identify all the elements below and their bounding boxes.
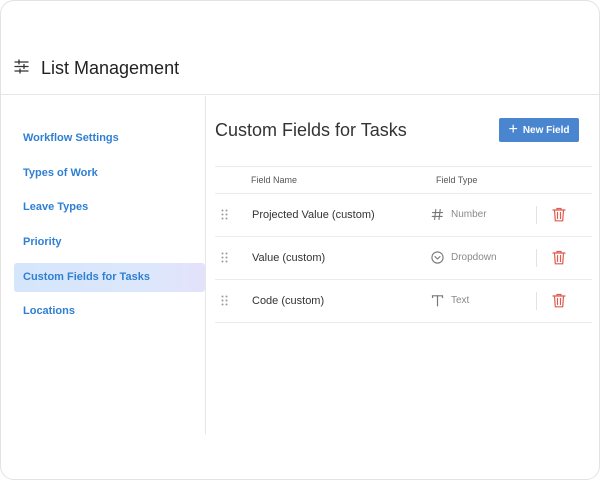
section-title: Custom Fields for Tasks <box>215 120 407 140</box>
sidebar-item-types-of-work[interactable]: Types of Work <box>14 159 205 188</box>
header: List Management <box>1 1 599 95</box>
sidebar-item-locations[interactable]: Locations <box>14 297 205 326</box>
field-name: Code (custom) <box>252 295 325 307</box>
drag-handle-icon[interactable] <box>221 252 228 263</box>
divider <box>536 249 537 267</box>
dropdown-circle-icon <box>431 251 444 264</box>
text-icon <box>431 295 444 307</box>
table-row: Projected Value (custom) Number <box>215 194 592 237</box>
field-name: Value (custom) <box>252 252 326 264</box>
sidebar-item-workflow-settings[interactable]: Workflow Settings <box>14 124 205 153</box>
column-header-field-name: Field Name <box>251 175 298 185</box>
trash-icon[interactable] <box>552 293 566 308</box>
hash-icon <box>431 208 444 221</box>
divider <box>536 206 537 224</box>
sidebar-item-custom-fields-for-tasks[interactable]: Custom Fields for Tasks <box>14 263 205 292</box>
trash-icon[interactable] <box>552 207 566 222</box>
table-row: Code (custom) Text <box>215 280 592 323</box>
sidebar: Workflow Settings Types of Work Leave Ty… <box>1 96 206 434</box>
sliders-icon <box>14 59 29 74</box>
new-field-button-label: New Field <box>522 124 570 136</box>
table-row: Value (custom) Dropdown <box>215 237 592 280</box>
field-type: Dropdown <box>451 252 497 263</box>
column-header-field-type: Field Type <box>436 175 478 185</box>
custom-fields-table: Field Name Field Type Projected Value (c… <box>215 166 592 323</box>
plus-icon: + <box>508 120 518 138</box>
divider <box>536 292 537 310</box>
drag-handle-icon[interactable] <box>221 295 228 306</box>
field-name: Projected Value (custom) <box>252 209 375 221</box>
sidebar-item-priority[interactable]: Priority <box>14 228 205 257</box>
new-field-button[interactable]: + New Field <box>499 118 579 142</box>
app-window: List Management Workflow Settings Types … <box>0 0 600 480</box>
field-type: Text <box>451 295 470 306</box>
table-header: Field Name Field Type <box>215 166 592 194</box>
page-title: List Management <box>41 58 180 78</box>
field-type: Number <box>451 209 487 220</box>
trash-icon[interactable] <box>552 250 566 265</box>
sidebar-item-leave-types[interactable]: Leave Types <box>14 193 205 222</box>
drag-handle-icon[interactable] <box>221 209 228 220</box>
